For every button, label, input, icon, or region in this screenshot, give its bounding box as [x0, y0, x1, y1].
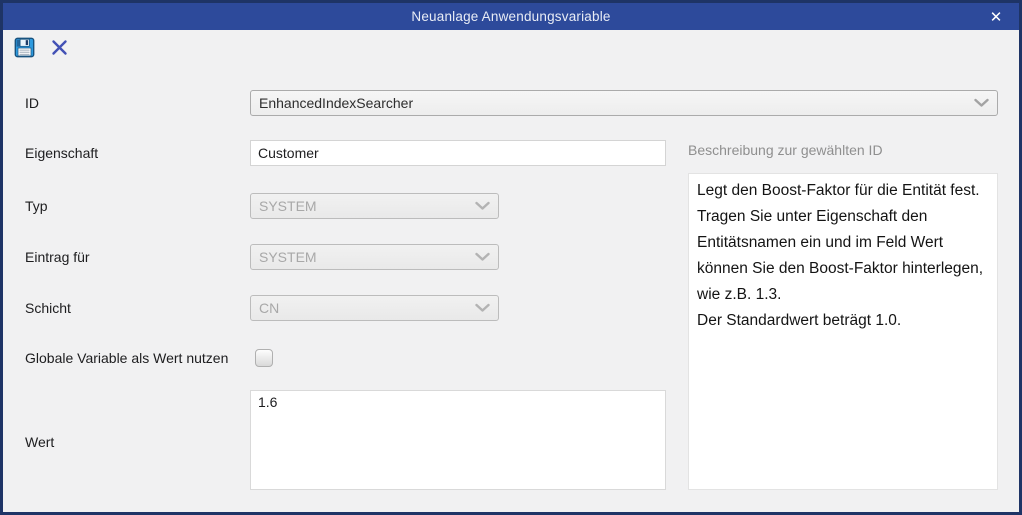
- eintrag-fuer-label: Eintrag für: [25, 244, 90, 270]
- chevron-down-icon: [475, 253, 490, 262]
- id-dropdown-value: EnhancedIndexSearcher: [259, 95, 413, 111]
- typ-dropdown: SYSTEM: [250, 193, 499, 219]
- description-label: Beschreibung zur gewählten ID: [688, 142, 883, 158]
- dialog-content: ID EnhancedIndexSearcher Eigenschaft Typ…: [3, 30, 1019, 512]
- schicht-dropdown-value: CN: [259, 300, 279, 316]
- schicht-label: Schicht: [25, 295, 71, 321]
- eintrag-fuer-dropdown: SYSTEM: [250, 244, 499, 270]
- globale-variable-label: Globale Variable als Wert nutzen: [25, 345, 228, 371]
- eigenschaft-label: Eigenschaft: [25, 140, 98, 166]
- dialog-title: Neuanlage Anwendungsvariable: [411, 9, 610, 24]
- floppy-disk-icon: [14, 45, 35, 62]
- save-button[interactable]: [14, 37, 35, 58]
- wert-label: Wert: [25, 429, 54, 455]
- window-close-icon[interactable]: ✕: [981, 3, 1011, 30]
- wert-textarea[interactable]: 1.6: [250, 390, 666, 490]
- dialog-window: Neuanlage Anwendungsvariable ✕: [0, 0, 1022, 515]
- x-icon: [51, 43, 68, 60]
- globale-variable-checkbox[interactable]: [255, 349, 273, 367]
- description-text: Legt den Boost-Faktor für die Entität fe…: [688, 173, 998, 490]
- cancel-button[interactable]: [51, 39, 68, 56]
- chevron-down-icon: [475, 202, 490, 211]
- id-label: ID: [25, 90, 39, 116]
- eintrag-fuer-dropdown-value: SYSTEM: [259, 249, 317, 265]
- chevron-down-icon: [974, 99, 989, 108]
- schicht-dropdown: CN: [250, 295, 499, 321]
- id-dropdown[interactable]: EnhancedIndexSearcher: [250, 90, 998, 116]
- eigenschaft-input[interactable]: [250, 140, 666, 166]
- titlebar: Neuanlage Anwendungsvariable ✕: [3, 3, 1019, 30]
- chevron-down-icon: [475, 304, 490, 313]
- typ-dropdown-value: SYSTEM: [259, 198, 317, 214]
- typ-label: Typ: [25, 193, 48, 219]
